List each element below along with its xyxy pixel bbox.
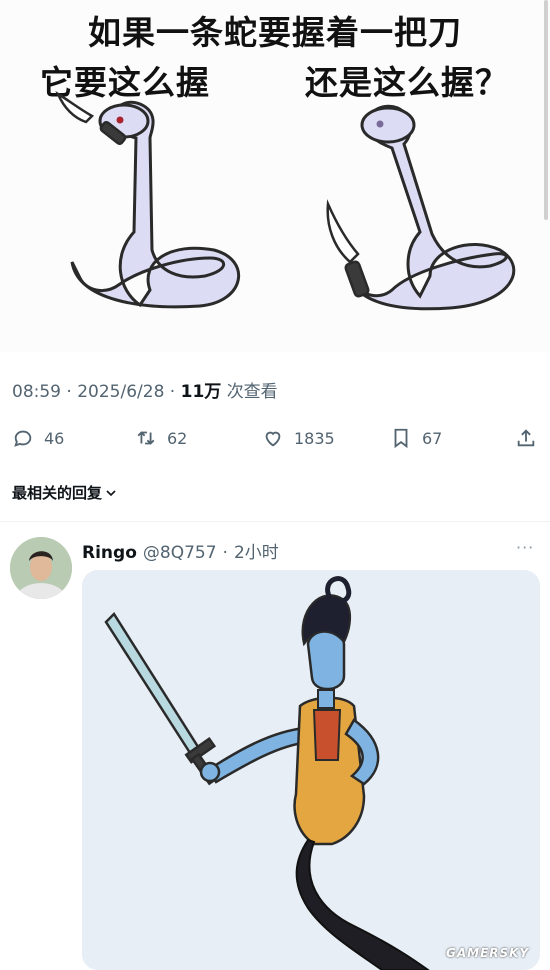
reply-count: 46 — [44, 428, 65, 448]
tweet-date: 2025/6/28 — [77, 382, 165, 402]
share-icon — [517, 429, 535, 447]
view-label: 次查看 — [226, 382, 278, 402]
bookmark-count: 67 — [422, 428, 443, 448]
reply-header: Ringo @8Q757 · 2小时 — [82, 538, 279, 563]
meme-title: 如果一条蛇要握着一把刀 — [88, 13, 462, 52]
share-button[interactable] — [515, 422, 537, 454]
reply-image[interactable] — [82, 570, 540, 970]
reply-time[interactable]: 2小时 — [234, 538, 279, 563]
divider — [0, 521, 550, 522]
reply-icon — [14, 430, 32, 447]
bookmark-icon — [394, 428, 408, 449]
snake-illustration — [55, 90, 516, 311]
retweet-icon — [137, 431, 155, 445]
retweet-button[interactable]: 62 — [135, 422, 187, 454]
reply-sort-dropdown[interactable]: 最相关的回复 — [12, 482, 117, 503]
reply-author-name[interactable]: Ringo — [82, 543, 137, 563]
heart-icon — [265, 431, 281, 447]
tweet-actions: 46 62 1835 67 — [0, 422, 550, 454]
view-count: 11万 — [180, 382, 222, 402]
reply-button[interactable]: 46 — [12, 422, 64, 454]
scrollbar[interactable] — [544, 0, 548, 220]
reply-sort-label: 最相关的回复 — [12, 484, 103, 502]
snake-lady-illustration — [82, 570, 540, 970]
avatar[interactable] — [10, 537, 72, 599]
meme-image[interactable]: 如果一条蛇要握着一把刀 它要这么握 还是这么握？ — [0, 0, 550, 352]
like-button[interactable]: 1835 — [262, 422, 335, 454]
snake-left — [70, 100, 241, 309]
knife-right — [326, 199, 370, 298]
reply-author-handle[interactable]: @8Q757 — [143, 543, 217, 563]
like-count: 1835 — [294, 428, 335, 448]
tweet-meta: 08:59 · 2025/6/28 · 11万 次查看 — [12, 382, 278, 402]
retweet-count: 62 — [167, 428, 188, 448]
chevron-down-icon — [106, 489, 116, 496]
watermark: GAMERSKY — [446, 946, 530, 960]
tweet-time: 08:59 — [12, 382, 61, 402]
bookmark-button[interactable]: 67 — [390, 422, 442, 454]
more-options-icon[interactable]: ··· — [516, 538, 534, 557]
snake-right — [348, 104, 516, 311]
